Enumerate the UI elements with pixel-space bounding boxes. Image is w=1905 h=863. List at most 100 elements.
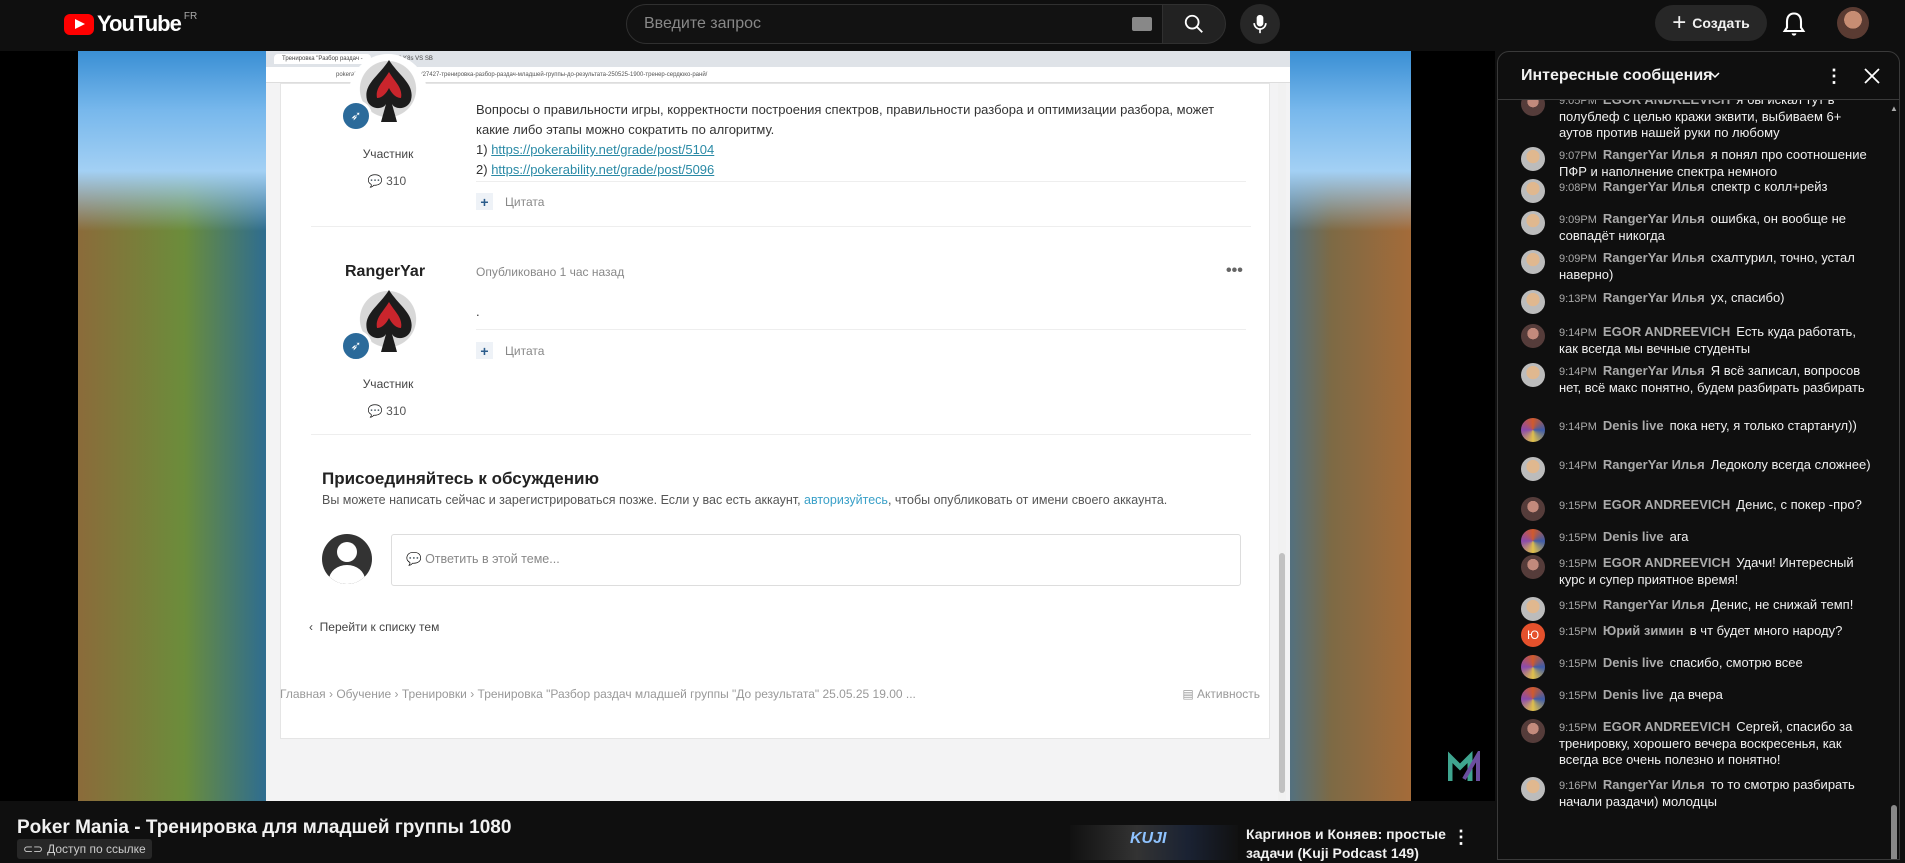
author-name[interactable]: EGOR ANDREEVICH — [1603, 324, 1730, 339]
author-name[interactable]: RangerYar Илья — [1603, 457, 1705, 472]
search-box[interactable] — [626, 4, 1163, 44]
scrollbar-thumb[interactable] — [1891, 805, 1897, 859]
message-text: в чт будет много народу? — [1689, 623, 1843, 638]
chat-message[interactable]: Ю 9:15PM Юрий зимин в чт будет много народу… — [1521, 623, 1871, 647]
chat-message[interactable]: 9:15PM EGOR ANDREEVICH Удачи! Интересный к… — [1521, 555, 1871, 588]
author-name[interactable]: Юрий зимин — [1603, 623, 1684, 638]
author-name[interactable]: EGOR ANDREEVICH — [1603, 555, 1730, 570]
message-content: 9:13PM RangerYar Илья ух, спасибо) — [1559, 290, 1871, 307]
search-input[interactable] — [644, 15, 1114, 33]
chat-message[interactable]: 9:09PM RangerYar Илья ошибка, он вообще не… — [1521, 211, 1871, 244]
thumbnail-text: KUJI — [1130, 830, 1167, 847]
youtube-logo[interactable]: YouTube FR — [64, 11, 197, 37]
author-name[interactable]: EGOR ANDREEVICH — [1603, 497, 1730, 512]
video-player[interactable]: Тренировка "Разбор раздач - SRP MP K8s V… — [0, 51, 1495, 801]
chat-mode-dropdown[interactable]: Интересные сообщения — [1521, 67, 1713, 85]
chat-message[interactable]: 9:15PM RangerYar Илья Денис, не снижай тем… — [1521, 597, 1871, 621]
chat-message[interactable]: 9:14PM RangerYar Илья Ледоколу всегда слож… — [1521, 457, 1871, 481]
chevron-down-icon[interactable] — [1709, 69, 1721, 81]
post-link[interactable]: https://pokerability.net/grade/post/5096 — [491, 162, 714, 177]
message-text: спектр с колл+рейз — [1710, 179, 1828, 194]
message-time: 9:15PM — [1559, 500, 1597, 512]
chat-message[interactable]: 9:15PM Denis live да вчера — [1521, 687, 1871, 711]
chat-message[interactable]: 9:08PM RangerYar Илья спектр с колл+рейз — [1521, 179, 1871, 203]
author-name[interactable]: RangerYar Илья — [1603, 211, 1705, 226]
author-avatar[interactable] — [1521, 655, 1545, 679]
author-avatar[interactable] — [1521, 497, 1545, 521]
author-avatar[interactable] — [1521, 597, 1545, 621]
create-button[interactable]: + Создать — [1655, 5, 1767, 41]
author-avatar[interactable] — [1521, 687, 1545, 711]
activity-link[interactable]: ▤ Активность — [1182, 687, 1260, 701]
chat-message[interactable]: 9:14PM Denis live пока нету, я только стар… — [1521, 418, 1871, 442]
youtube-play-icon — [64, 13, 94, 35]
quote-button[interactable]: + Цитата — [476, 193, 544, 210]
quote-button[interactable]: + Цитата — [476, 342, 544, 359]
author-name[interactable]: Denis live — [1603, 418, 1664, 433]
author-name[interactable]: RangerYar Илья — [1603, 290, 1705, 305]
author-name[interactable]: EGOR ANDREEVICH — [1603, 719, 1730, 734]
chat-message[interactable]: 9:14PM EGOR ANDREEVICH Есть куда работать,… — [1521, 324, 1871, 357]
author-avatar[interactable] — [1521, 418, 1545, 442]
reply-field[interactable]: 💬 Ответить в этой теме... — [391, 534, 1241, 586]
author-avatar[interactable] — [1521, 100, 1545, 116]
chat-message[interactable]: 9:07PM RangerYar Илья я понял про соотноше… — [1521, 147, 1871, 180]
more-vertical-icon[interactable]: ⋮ — [1452, 827, 1470, 848]
message-content: 9:15PM EGOR ANDREEVICH Денис, с покер -про… — [1559, 497, 1871, 514]
author-avatar[interactable] — [1521, 179, 1545, 203]
chat-scrollbar[interactable]: ▲ — [1889, 100, 1899, 859]
author-avatar[interactable] — [1521, 290, 1545, 314]
chat-message[interactable]: 9:15PM Denis live спасибо, смотрю всее — [1521, 655, 1871, 679]
author-avatar[interactable] — [1521, 363, 1545, 387]
bell-icon[interactable] — [1780, 10, 1808, 38]
account-avatar[interactable] — [1837, 7, 1869, 39]
recommended-video-thumbnail[interactable]: KUJI — [1070, 825, 1238, 860]
forum-page: ➶ Участник 💬 310 Вопросы о правильности … — [280, 54, 1270, 739]
author-name[interactable]: RangerYar Илья — [1603, 250, 1705, 265]
author-name[interactable]: EGOR ANDREEVICH — [1603, 100, 1730, 107]
more-vertical-icon[interactable]: ⋮ — [1824, 66, 1844, 87]
chat-message[interactable]: 9:15PM EGOR ANDREEVICH Денис, с покер -про… — [1521, 497, 1871, 521]
scroll-up-icon[interactable]: ▲ — [1890, 104, 1898, 113]
close-icon[interactable] — [1862, 66, 1882, 86]
author-avatar[interactable] — [1521, 324, 1545, 348]
author-name[interactable]: RangerYar Илья — [1603, 597, 1705, 612]
author-name[interactable]: Denis live — [1603, 529, 1664, 544]
author-avatar[interactable] — [1521, 211, 1545, 235]
keyboard-icon[interactable] — [1132, 17, 1152, 31]
author-name[interactable]: Denis live — [1603, 655, 1664, 670]
author-name[interactable]: RangerYar Илья — [1603, 179, 1705, 194]
post-options-icon[interactable]: ••• — [1226, 262, 1243, 280]
author-avatar[interactable]: Ю — [1521, 623, 1545, 647]
author-avatar[interactable] — [1521, 719, 1545, 743]
author-name[interactable]: Denis live — [1603, 687, 1664, 702]
chat-message[interactable]: 9:05PMEGOR ANDREEVICHя бы искал тут в по… — [1521, 100, 1871, 141]
recommended-video-title[interactable]: Каргинов и Коняев: простые задачи (Kuji … — [1246, 825, 1446, 863]
author-avatar[interactable] — [1521, 555, 1545, 579]
chat-message[interactable]: 9:13PM RangerYar Илья ух, спасибо) — [1521, 290, 1871, 314]
chat-message[interactable]: 9:15PM EGOR ANDREEVICH Сергей, спасибо за … — [1521, 719, 1871, 768]
search-button[interactable] — [1162, 4, 1226, 44]
back-to-topics-link[interactable]: ‹ Перейти к списку тем — [309, 620, 439, 634]
author-avatar[interactable] — [1521, 457, 1545, 481]
activity-label: Активность — [1196, 687, 1260, 701]
author-avatar[interactable] — [1521, 250, 1545, 274]
page-scrollbar[interactable] — [1278, 83, 1286, 801]
author-avatar[interactable] — [1521, 777, 1545, 801]
scrollbar-thumb[interactable] — [1279, 553, 1285, 793]
author-name[interactable]: RangerYar — [345, 263, 425, 281]
login-link[interactable]: авторизуйтесь — [804, 493, 888, 507]
author-avatar[interactable] — [1521, 529, 1545, 553]
voice-search-button[interactable] — [1240, 4, 1280, 44]
author-name[interactable]: RangerYar Илья — [1603, 363, 1705, 378]
user-avatar — [322, 534, 372, 584]
chat-message[interactable]: 9:15PM Denis live ага — [1521, 529, 1871, 553]
author-name[interactable]: RangerYar Илья — [1603, 147, 1705, 162]
author-name[interactable]: RangerYar Илья — [1603, 777, 1705, 792]
chat-message[interactable]: 9:09PM RangerYar Илья схалтурил, точно, ус… — [1521, 250, 1871, 283]
author-avatar[interactable] — [1521, 147, 1545, 171]
chat-message[interactable]: 9:16PM RangerYar Илья то то смотрю разбира… — [1521, 777, 1871, 810]
message-content: 9:14PM EGOR ANDREEVICH Есть куда работать,… — [1559, 324, 1871, 357]
post-link[interactable]: https://pokerability.net/grade/post/5104 — [491, 142, 714, 157]
chat-message[interactable]: 9:14PM RangerYar Илья Я всё записал, вопро… — [1521, 363, 1871, 396]
